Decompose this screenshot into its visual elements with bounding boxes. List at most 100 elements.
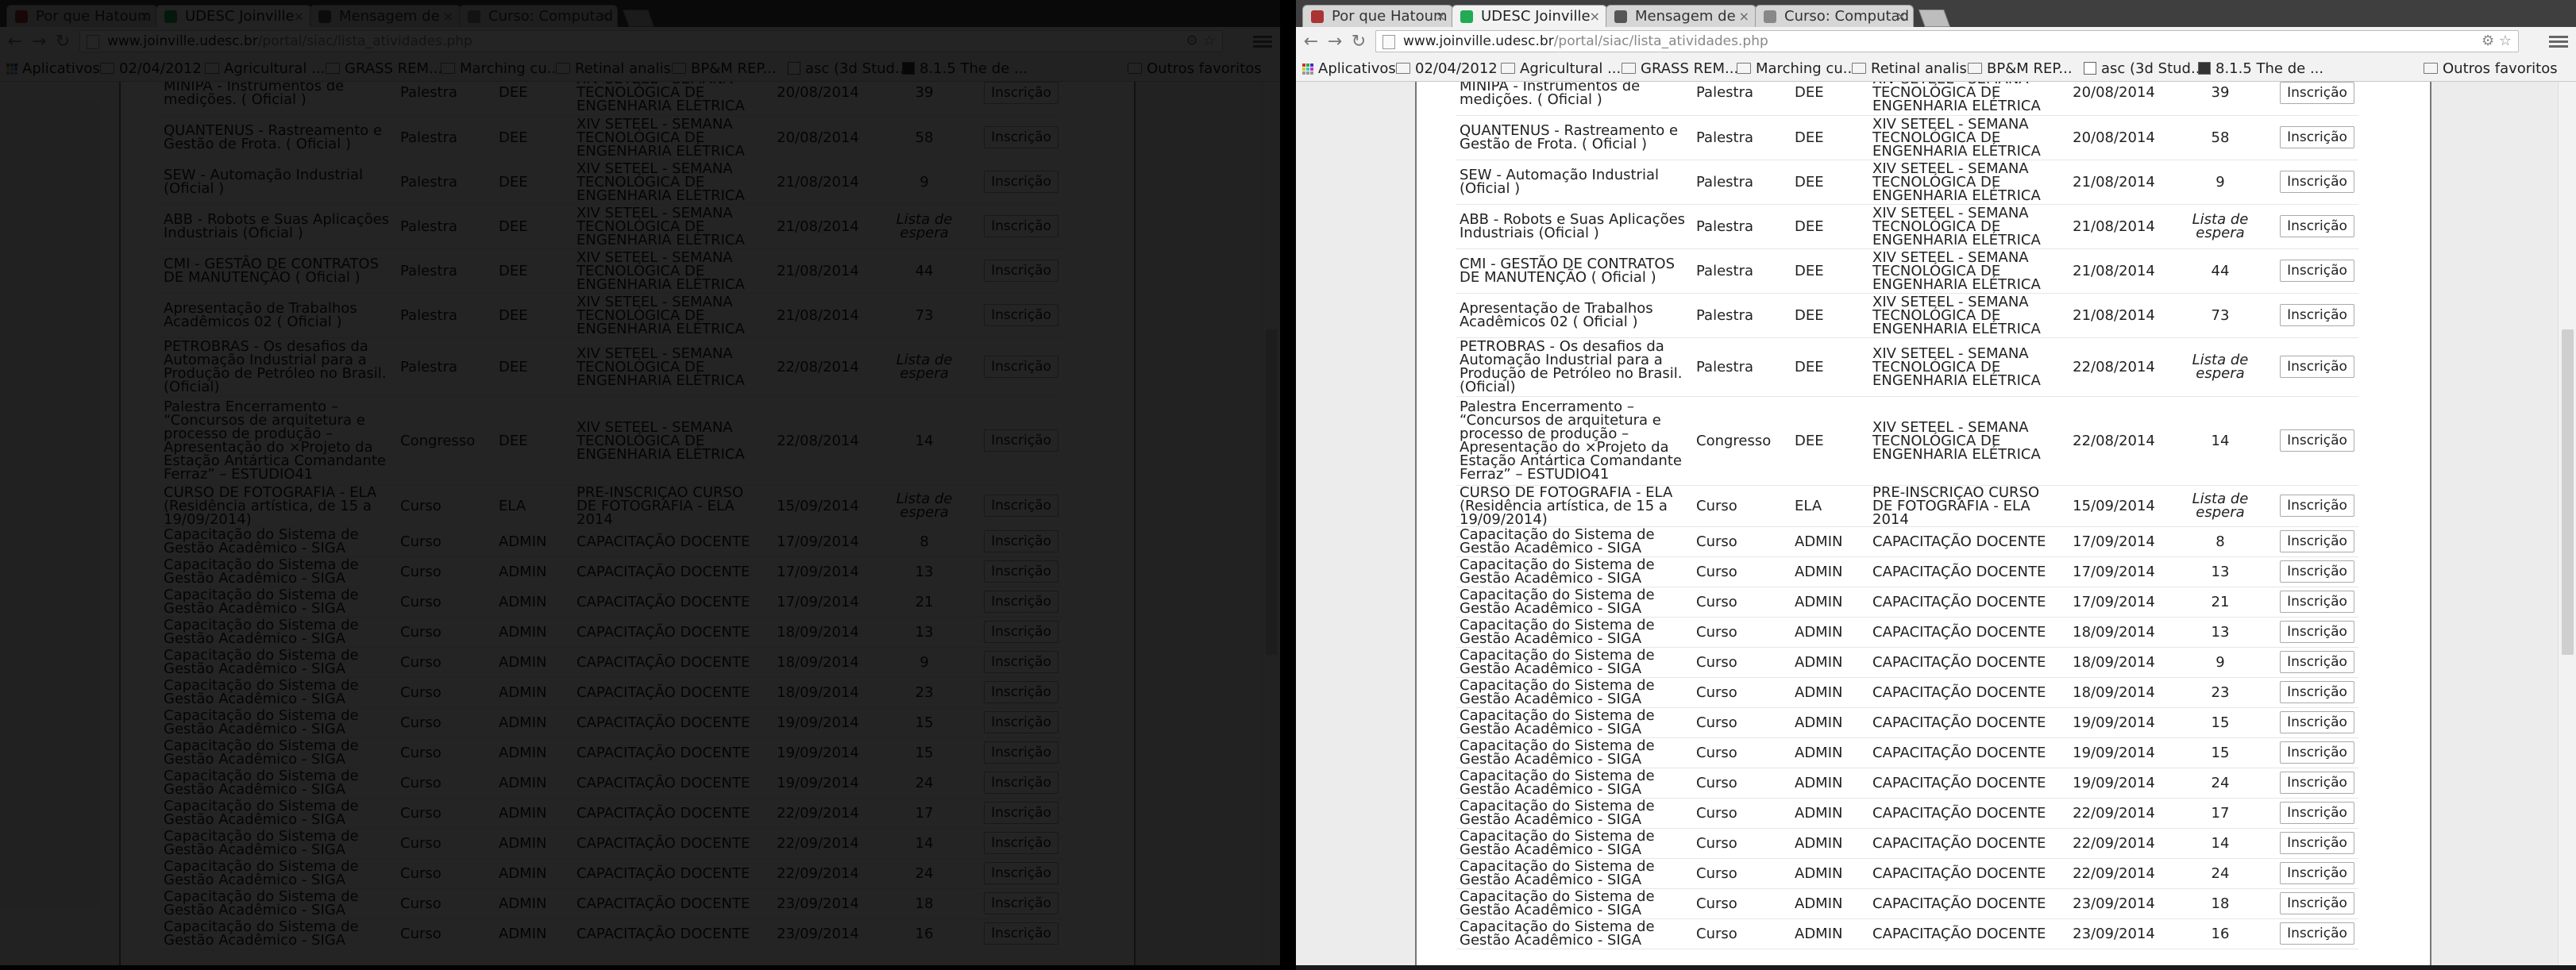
inscricao-button[interactable]: Inscrição [2280,832,2354,854]
address-bar[interactable]: www.joinville.udesc.br/portal/siac/lista… [79,30,1223,52]
inscricao-button[interactable]: Inscrição [984,126,1059,148]
bookmark-outros-favoritos[interactable]: Outros favoritos [1128,57,1262,81]
inscricao-button[interactable]: Inscrição [984,171,1059,193]
bookmark-page[interactable]: asc (3d Stud... [788,57,908,81]
tab-mensagem[interactable]: Mensagem de × [310,5,461,27]
close-icon[interactable]: × [1436,6,1446,27]
bookmark-folder[interactable]: Agricultural ... [1501,57,1621,81]
inscricao-button[interactable]: Inscrição [2280,560,2354,583]
tab-udesc-joinville[interactable]: UDESC Joinville × [156,5,311,27]
inscricao-button[interactable]: Inscrição [2280,429,2354,452]
inscricao-button[interactable]: Inscrição [2280,711,2354,733]
scrollbar-thumb[interactable] [1266,329,1278,655]
inscricao-button[interactable]: Inscrição [984,862,1059,884]
inscricao-button[interactable]: Inscrição [2280,356,2354,378]
bookmark-folder[interactable]: GRASS REM... [1622,57,1738,81]
bookmark-page[interactable]: 8.1.5 The de ... [2198,57,2323,81]
inscricao-button[interactable]: Inscrição [2280,681,2354,703]
inscricao-button[interactable]: Inscrição [2280,862,2354,884]
bookmark-folder[interactable]: Retinal analis... [556,57,684,81]
new-tab-button[interactable] [1918,10,1951,27]
inscricao-button[interactable]: Inscrição [2280,802,2354,824]
inscricao-button[interactable]: Inscrição [984,591,1059,613]
bookmark-outros-favoritos[interactable]: Outros favoritos [2424,57,2558,81]
address-bar[interactable]: www.joinville.udesc.br/portal/siac/lista… [1375,30,2519,52]
bookmark-star-icon[interactable]: ⚙ ☆ [2482,31,2512,52]
bookmark-aplicativos[interactable]: Aplicativos [1302,57,1396,81]
close-icon[interactable]: × [294,6,304,27]
scrollbar[interactable] [2558,82,2576,970]
inscricao-button[interactable]: Inscrição [2280,82,2354,104]
bookmark-aplicativos[interactable]: Aplicativos [6,57,100,81]
tab-curso-computacao[interactable]: Curso: Computad × [459,5,618,27]
inscricao-button[interactable]: Inscrição [984,356,1059,378]
tab-curso-computacao[interactable]: Curso: Computad × [1755,5,1914,27]
bookmark-folder[interactable]: Marching cu... [1737,57,1857,81]
inscricao-button[interactable]: Inscrição [2280,922,2354,945]
inscricao-button[interactable]: Inscrição [984,495,1059,517]
inscricao-button[interactable]: Inscrição [984,651,1059,673]
inscricao-button[interactable]: Inscrição [984,922,1059,945]
inscricao-button[interactable]: Inscrição [2280,741,2354,764]
bookmark-folder[interactable]: Marching cu... [441,57,561,81]
inscricao-button[interactable]: Inscrição [984,82,1059,104]
inscricao-button[interactable]: Inscrição [2280,126,2354,148]
bookmark-folder[interactable]: BP&M REP... [672,57,777,81]
close-icon[interactable]: × [140,6,150,27]
bookmark-page[interactable]: 8.1.5 The de ... [902,57,1028,81]
forward-arrow-icon[interactable]: → [29,32,49,52]
new-tab-button[interactable] [622,10,655,27]
reload-icon[interactable]: ↻ [52,32,73,52]
bookmark-folder[interactable]: Retinal analis... [1852,57,1980,81]
close-icon[interactable]: × [1590,6,1600,27]
inscricao-button[interactable]: Inscrição [984,772,1059,794]
inscricao-button[interactable]: Inscrição [984,711,1059,733]
inscricao-button[interactable]: Inscrição [2280,171,2354,193]
inscricao-button[interactable]: Inscrição [984,260,1059,282]
tab-udesc-joinville[interactable]: UDESC Joinville × [1452,5,1607,27]
close-icon[interactable]: × [1739,6,1749,27]
inscricao-button[interactable]: Inscrição [984,215,1059,237]
tab-mensagem[interactable]: Mensagem de × [1606,5,1757,27]
inscricao-button[interactable]: Inscrição [984,530,1059,552]
back-arrow-icon[interactable]: ← [5,32,25,52]
scrollbar[interactable] [1262,82,1280,970]
menu-icon[interactable] [2549,33,2568,51]
inscricao-button[interactable]: Inscrição [984,892,1059,914]
close-icon[interactable]: × [1896,6,1907,27]
bookmark-star-icon[interactable]: ⚙ ☆ [1186,31,1216,52]
close-icon[interactable]: × [600,6,611,27]
inscricao-button[interactable]: Inscrição [984,741,1059,764]
inscricao-button[interactable]: Inscrição [2280,621,2354,643]
inscricao-button[interactable]: Inscrição [2280,304,2354,326]
inscricao-button[interactable]: Inscrição [984,681,1059,703]
inscricao-button[interactable]: Inscrição [2280,772,2354,794]
reload-icon[interactable]: ↻ [1348,32,1369,52]
inscricao-button[interactable]: Inscrição [984,621,1059,643]
scrollbar-thumb[interactable] [2562,329,2574,655]
inscricao-button[interactable]: Inscrição [984,802,1059,824]
tab-por-que-hatoum[interactable]: Por que Hatoum × [6,5,157,27]
bookmark-folder[interactable]: BP&M REP... [1968,57,2073,81]
bookmark-folder[interactable]: 02/04/2012 [1396,57,1498,81]
inscricao-button[interactable]: Inscrição [2280,215,2354,237]
inscricao-button[interactable]: Inscrição [2280,651,2354,673]
bookmark-page[interactable]: asc (3d Stud... [2084,57,2204,81]
back-arrow-icon[interactable]: ← [1301,32,1321,52]
inscricao-button[interactable]: Inscrição [984,429,1059,452]
tab-por-que-hatoum[interactable]: Por que Hatoum × [1302,5,1453,27]
forward-arrow-icon[interactable]: → [1325,32,1345,52]
close-icon[interactable]: × [443,6,453,27]
inscricao-button[interactable]: Inscrição [984,304,1059,326]
bookmark-folder[interactable]: GRASS REM... [326,57,442,81]
inscricao-button[interactable]: Inscrição [984,560,1059,583]
inscricao-button[interactable]: Inscrição [2280,591,2354,613]
inscricao-button[interactable]: Inscrição [2280,892,2354,914]
menu-icon[interactable] [1253,33,1272,51]
inscricao-button[interactable]: Inscrição [984,832,1059,854]
inscricao-button[interactable]: Inscrição [2280,495,2354,517]
bookmark-folder[interactable]: Agricultural ... [205,57,325,81]
bookmark-folder[interactable]: 02/04/2012 [100,57,202,81]
inscricao-button[interactable]: Inscrição [2280,530,2354,552]
inscricao-button[interactable]: Inscrição [2280,260,2354,282]
